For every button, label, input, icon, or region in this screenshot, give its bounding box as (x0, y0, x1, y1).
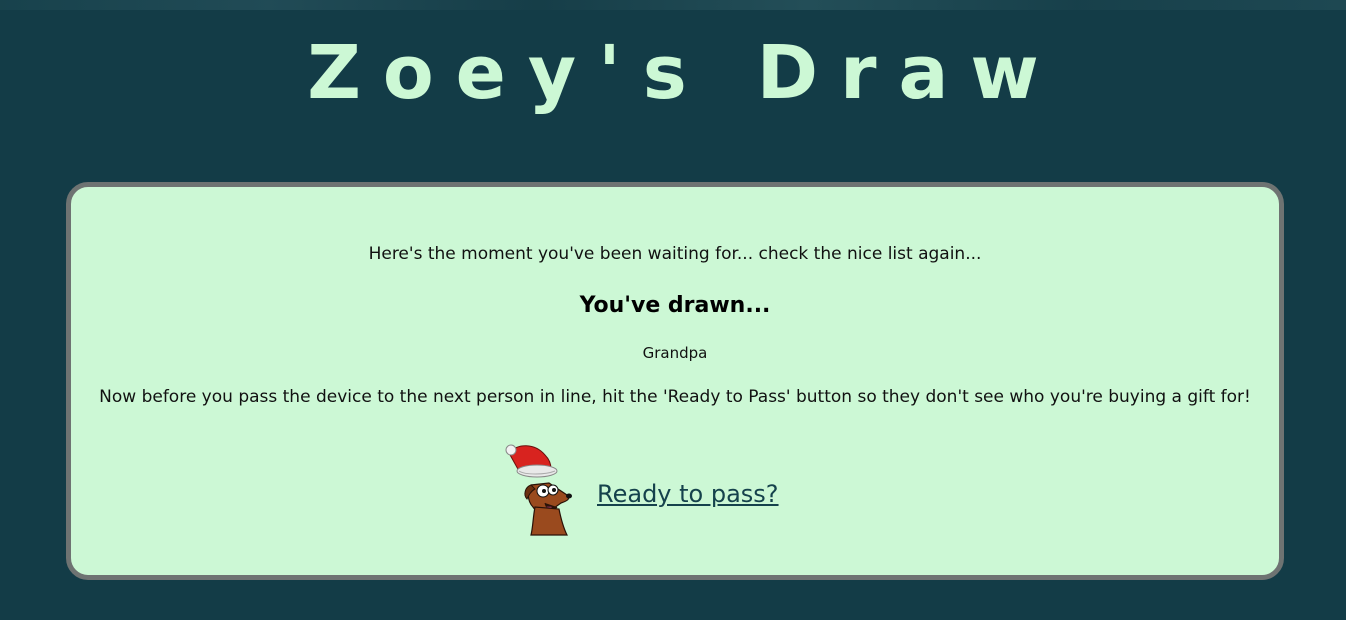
result-card: Here's the moment you've been waiting fo… (66, 182, 1284, 580)
pass-row: Ready to pass? (505, 441, 779, 536)
header-decoration (0, 0, 1346, 10)
page: Zoey's Draw Here's the moment you've bee… (0, 0, 1346, 620)
dog-with-santa-hat-icon (505, 444, 572, 536)
drawn-heading: You've drawn... (579, 293, 771, 318)
ready-to-pass-link[interactable]: Ready to pass? (597, 480, 779, 508)
drawn-person-name: Grandpa (642, 344, 708, 362)
intro-text: Here's the moment you've been waiting fo… (368, 244, 982, 264)
site-title: Zoey's Draw (307, 30, 1061, 116)
instructions-text: Now before you pass the device to the ne… (99, 387, 1251, 407)
